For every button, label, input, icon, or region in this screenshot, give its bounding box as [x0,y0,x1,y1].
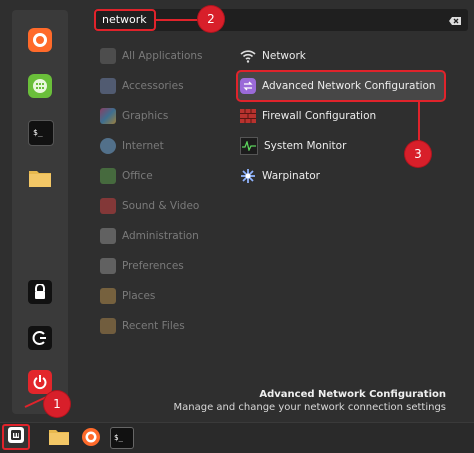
category-internet[interactable]: Internet [100,136,164,156]
category-label: All Applications [122,50,203,62]
svg-text:$_: $_ [33,128,43,137]
category-recent-files[interactable]: Recent Files [100,316,185,336]
search-highlight [94,9,156,31]
grid-icon [100,48,116,64]
taskbar-folder-icon[interactable] [48,427,70,447]
play-icon [100,198,116,214]
power-icon[interactable] [28,370,52,394]
result-label: System Monitor [264,140,347,152]
category-accessories[interactable]: Accessories [100,76,184,96]
lock-icon[interactable] [28,280,52,304]
description-title: Advanced Network Configuration [259,389,446,400]
category-administration[interactable]: Administration [100,226,199,246]
category-label: Administration [122,230,199,242]
system-monitor-icon [240,137,258,155]
result-label: Warpinator [262,170,320,182]
annotation-badge-2: 2 [198,6,224,32]
taskbar [0,422,474,453]
category-places[interactable]: Places [100,286,155,306]
result-advanced-network-configuration[interactable]: Advanced Network Configuration [240,75,436,97]
result-label: Network [262,50,306,62]
category-preferences[interactable]: Preferences [100,256,184,276]
result-label: Firewall Configuration [262,110,377,122]
category-all-applications[interactable]: All Applications [100,46,203,66]
annotation-line-2 [156,19,200,21]
category-sound-video[interactable]: Sound & Video [100,196,199,216]
preferences-icon [100,258,116,274]
result-warpinator[interactable]: Warpinator [240,165,320,187]
category-label: Recent Files [122,320,185,332]
category-label: Graphics [122,110,169,122]
category-label: Internet [122,140,164,152]
category-label: Office [122,170,153,182]
result-firewall-configuration[interactable]: Firewall Configuration [240,105,376,127]
favorites-bar [12,10,68,414]
palette-icon [100,108,116,124]
cloud-icon [100,138,116,154]
recent-files-icon [100,318,116,334]
category-label: Places [122,290,156,302]
result-network[interactable]: Network [240,45,306,67]
calculator-icon[interactable] [28,74,52,98]
folder-icon[interactable] [28,166,52,190]
firefox-icon[interactable] [28,28,52,52]
folder-icon [100,288,116,304]
warpinator-icon [240,168,256,184]
wifi-icon [240,48,256,64]
taskbar-firefox-icon[interactable] [80,427,102,447]
result-label: Advanced Network Configuration [262,80,436,92]
category-office[interactable]: Office [100,166,153,186]
svg-text:$_: $_ [114,433,124,442]
category-label: Accessories [122,80,184,92]
tools-icon [100,78,116,94]
firewall-icon [240,108,256,124]
taskbar-terminal-icon[interactable]: $_ [110,427,134,449]
admin-icon [100,228,116,244]
result-system-monitor[interactable]: System Monitor [240,135,346,157]
office-icon [100,168,116,184]
description-body: Manage and change your network connectio… [173,402,446,413]
category-label: Preferences [122,260,184,272]
menu-button[interactable] [2,424,30,450]
category-label: Sound & Video [122,200,200,212]
menu-icon [7,426,25,448]
category-graphics[interactable]: Graphics [100,106,168,126]
network-config-icon [240,78,256,94]
terminal-icon[interactable]: $_ [28,120,54,146]
clear-search-icon[interactable] [448,13,462,27]
logout-icon[interactable] [28,326,52,350]
annotation-badge-3: 3 [405,141,431,167]
application-menu [0,0,474,422]
annotation-badge-1: 1 [44,391,70,417]
